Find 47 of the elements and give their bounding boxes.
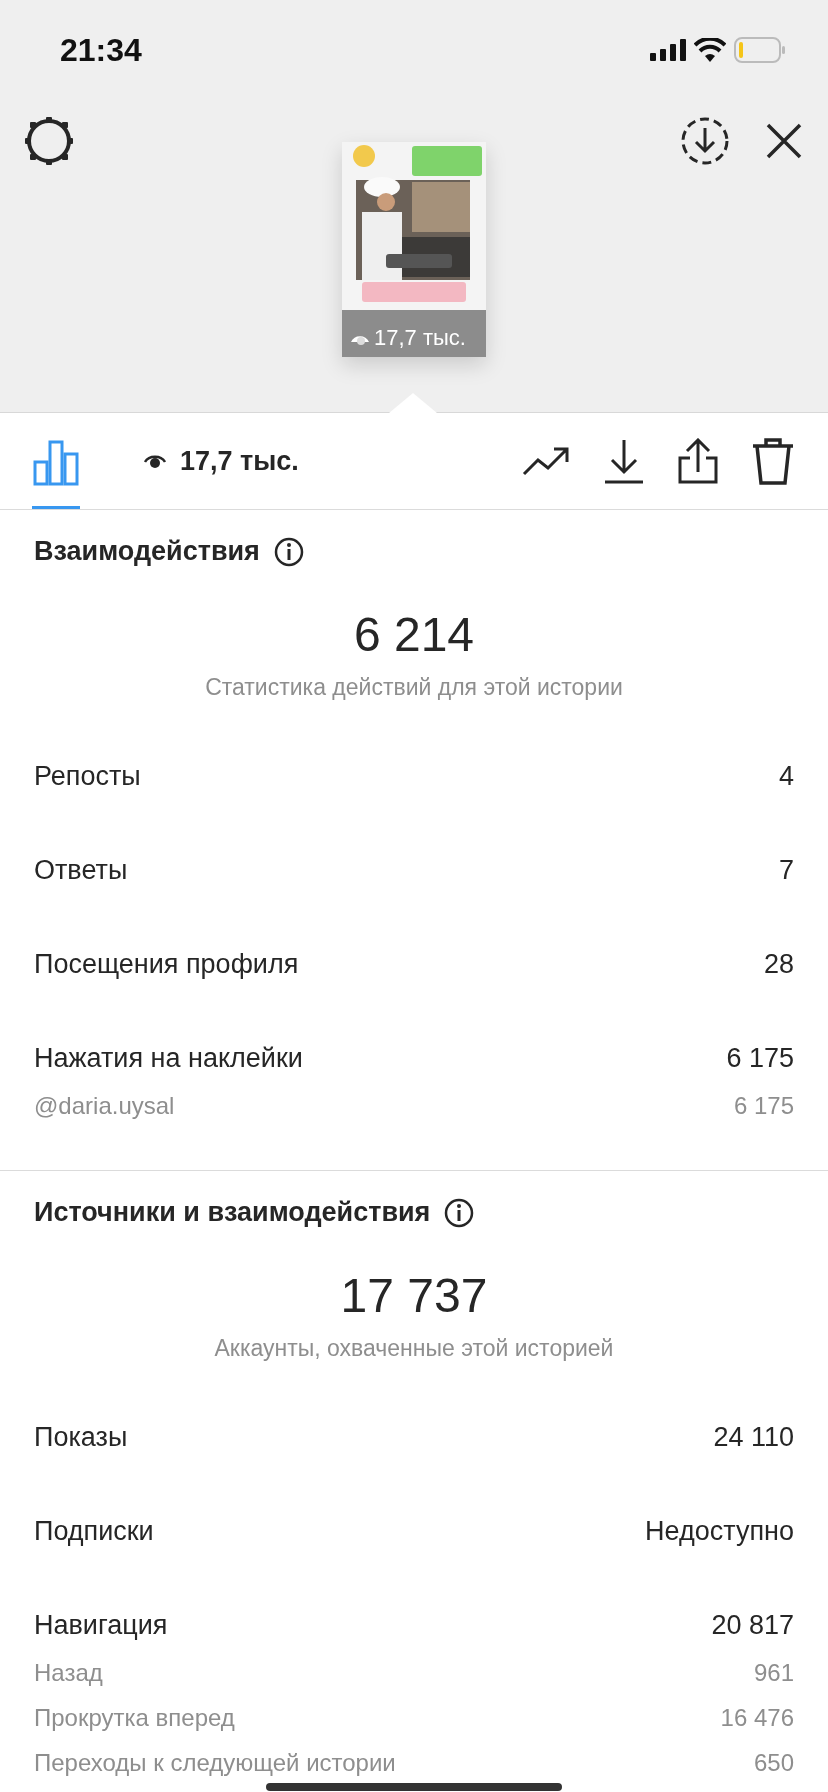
section-title: Источники и взаимодействия xyxy=(34,1197,431,1228)
metric-label: Показы xyxy=(34,1421,128,1453)
settings-icon[interactable] xyxy=(24,116,74,166)
eye-icon xyxy=(144,453,166,469)
metric-value: 650 xyxy=(753,1748,794,1777)
metric-value: 6 175 xyxy=(726,1042,794,1074)
battery-icon xyxy=(734,37,786,63)
share-icon[interactable] xyxy=(678,438,718,484)
close-icon[interactable] xyxy=(764,121,804,161)
view-count: 17,7 тыс. xyxy=(180,445,299,477)
total-caption: Статистика действий для этой истории xyxy=(204,674,624,701)
signal-icon xyxy=(650,39,686,61)
thumbnail-pointer xyxy=(389,393,437,413)
status-time: 21:34 xyxy=(60,31,142,69)
metric-label: Подписки xyxy=(34,1515,154,1547)
info-icon[interactable] xyxy=(444,1197,475,1228)
metric-value: 24 110 xyxy=(713,1421,794,1453)
story-thumbnail[interactable]: 17,7 тыс. xyxy=(342,142,486,357)
metric-label: Посещения профиля xyxy=(34,948,299,980)
metric-value: 28 xyxy=(763,948,794,980)
metric-label: Репосты xyxy=(34,760,141,792)
download-icon[interactable] xyxy=(604,438,644,484)
total-count: 6 214 xyxy=(352,607,476,662)
metric-value: 6 175 xyxy=(733,1091,794,1120)
metric-label: Прокрутка вперед xyxy=(34,1703,235,1732)
section-title: Взаимодействия xyxy=(34,536,260,567)
total-count: 17 737 xyxy=(339,1268,489,1323)
metric-label: Нажатия на наклейки xyxy=(34,1042,303,1074)
info-icon[interactable] xyxy=(273,536,304,567)
bar-chart-icon[interactable] xyxy=(33,439,79,486)
trend-icon[interactable] xyxy=(522,446,570,476)
metric-value: 16 476 xyxy=(720,1703,794,1732)
metric-label: Ответы xyxy=(34,854,128,886)
metric-label: Переходы к следующей истории xyxy=(34,1748,396,1777)
metric-label: @daria.uysal xyxy=(34,1091,175,1120)
wifi-icon xyxy=(694,38,726,62)
metric-label: Назад xyxy=(34,1658,103,1687)
trash-icon[interactable] xyxy=(752,437,794,485)
metric-label: Навигация xyxy=(34,1609,168,1641)
total-caption: Аккаунты, охваченные этой историей xyxy=(213,1335,615,1362)
metric-value: Недоступно xyxy=(645,1515,794,1547)
metric-value: 20 817 xyxy=(711,1609,794,1641)
thumbnail-view-count: 17,7 тыс. xyxy=(374,325,466,351)
metric-value: 7 xyxy=(778,854,794,886)
metric-value: 961 xyxy=(753,1658,794,1687)
download-circle-icon[interactable] xyxy=(680,116,730,166)
metric-value: 4 xyxy=(778,760,794,792)
